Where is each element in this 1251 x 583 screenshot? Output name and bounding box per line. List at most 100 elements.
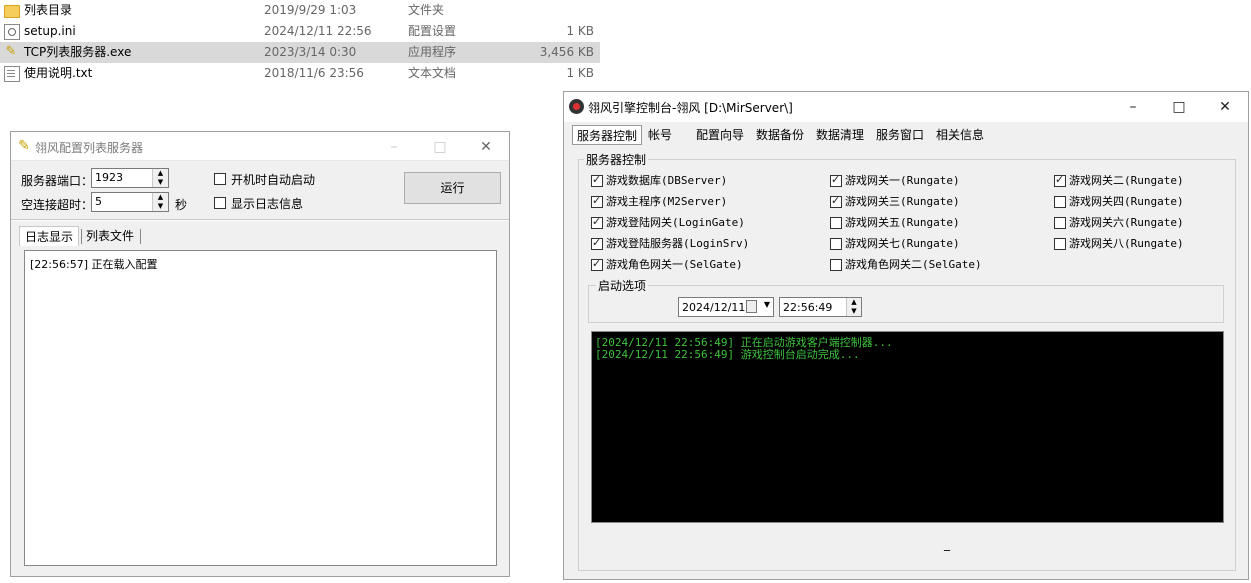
service-label: 游戏角色网关一(SelGate)	[606, 258, 743, 271]
service-checkbox[interactable]	[830, 194, 842, 208]
service-label: 游戏网关八(Rungate)	[1069, 237, 1184, 250]
status-indicator: _	[944, 537, 950, 551]
close-button[interactable]: ✕	[463, 132, 509, 162]
spin-arrows-icon[interactable]: ▲ ▼	[152, 193, 168, 211]
autostart-checkbox[interactable]	[214, 173, 226, 185]
file-name: 列表目录	[24, 3, 73, 17]
minimize-button[interactable]: –	[371, 132, 417, 162]
divider	[11, 219, 509, 221]
console-output[interactable]: [2024/12/11 22:56:49] 正在启动游戏客户端控制器... [2…	[591, 331, 1224, 523]
txt-file-icon	[4, 66, 20, 82]
port-spinbox[interactable]: 1923 ▲ ▼	[91, 168, 169, 188]
service-label: 游戏登陆服务器(LoginSrv)	[606, 237, 750, 250]
file-date: 2023/3/14 0:30	[264, 45, 357, 59]
service-label: 游戏网关一(Rungate)	[845, 174, 960, 187]
service-label: 游戏网关四(Rungate)	[1069, 195, 1184, 208]
file-row-folder[interactable]: 列表目录 2019/9/29 1:03 文件夹	[0, 0, 600, 21]
service-label: 游戏数据库(DBServer)	[606, 174, 728, 187]
time-spinner[interactable]: 22:56:49 ▲ ▼	[779, 297, 862, 317]
folder-icon	[4, 5, 20, 18]
timeout-unit: 秒	[175, 198, 188, 212]
file-type: 配置设置	[408, 24, 457, 38]
port-label: 服务器端口：	[21, 174, 94, 188]
date-value: 2024/12/11	[682, 301, 746, 314]
app-icon	[569, 99, 584, 114]
log-line: [22:56:57] 正在载入配置	[30, 258, 158, 271]
console-line: [2024/12/11 22:56:49] 游戏控制台启动完成...	[595, 348, 860, 361]
port-value: 1923	[95, 171, 123, 184]
file-list: 列表目录 2019/9/29 1:03 文件夹 setup.ini 2024/1…	[0, 0, 600, 84]
file-type: 文件夹	[408, 3, 445, 17]
file-date: 2019/9/29 1:03	[264, 3, 357, 17]
showlog-label: 显示日志信息	[231, 197, 304, 211]
service-label: 游戏网关五(Rungate)	[845, 216, 960, 229]
engine-console-window: 翎风引擎控制台-翎风 [D:\MirServer\] – □ ✕ 服务器控制 帐…	[563, 91, 1249, 580]
service-checkbox[interactable]	[830, 173, 842, 187]
app-icon: ✎	[18, 138, 30, 154]
timeout-value: 5	[95, 195, 102, 208]
service-label: 游戏网关三(Rungate)	[845, 195, 960, 208]
list-server-window: ✎ 翎风配置列表服务器 – □ ✕ 服务器端口： 1923 ▲ ▼ 空连接超时： …	[10, 131, 510, 577]
maximize-button[interactable]: □	[417, 132, 463, 162]
date-picker[interactable]: 2024/12/11 ▼	[678, 297, 774, 317]
file-name: TCP列表服务器.exe	[24, 45, 132, 59]
service-checkbox[interactable]	[591, 257, 603, 271]
timeout-spinbox[interactable]: 5 ▲ ▼	[91, 192, 169, 212]
calendar-icon[interactable]	[746, 300, 757, 313]
timeout-label: 空连接超时：	[21, 198, 94, 212]
service-label: 游戏登陆网关(LoginGate)	[606, 216, 745, 229]
service-checkbox[interactable]	[1054, 238, 1066, 250]
file-type: 文本文档	[408, 66, 457, 80]
close-button[interactable]: ✕	[1202, 92, 1248, 122]
tab-server-control[interactable]: 服务器控制	[572, 125, 643, 145]
maximize-button[interactable]: □	[1156, 92, 1202, 122]
tab-account[interactable]: 帐号	[644, 125, 676, 145]
service-checkbox[interactable]	[1054, 173, 1066, 187]
service-checkbox[interactable]	[591, 236, 603, 250]
service-checkbox[interactable]	[591, 194, 603, 208]
file-name: 使用说明.txt	[24, 66, 93, 80]
window-title: 翎风配置列表服务器	[35, 141, 144, 155]
file-row-setup-ini[interactable]: setup.ini 2024/12/11 22:56 配置设置 1 KB	[0, 21, 600, 42]
title-bar[interactable]: ✎ 翎风配置列表服务器 – □ ✕	[11, 132, 509, 161]
showlog-checkbox[interactable]	[214, 197, 226, 209]
time-value: 22:56:49	[783, 301, 833, 314]
service-label: 游戏主程序(M2Server)	[606, 195, 728, 208]
tab-list-files[interactable]: 列表文件	[81, 226, 139, 246]
service-checkbox[interactable]	[830, 259, 842, 271]
tab-config-wizard[interactable]: 配置向导	[692, 125, 748, 145]
log-panel[interactable]: [22:56:57] 正在载入配置	[24, 250, 497, 566]
startup-title: 启动选项	[596, 277, 649, 294]
file-date: 2024/12/11 22:56	[264, 24, 372, 38]
service-checkbox[interactable]	[830, 217, 842, 229]
tab-service-window[interactable]: 服务窗口	[872, 125, 928, 145]
file-row-txt[interactable]: 使用说明.txt 2018/11/6 23:56 文本文档 1 KB	[0, 63, 600, 84]
tab-about[interactable]: 相关信息	[932, 125, 988, 145]
dropdown-arrow-icon[interactable]: ▼	[764, 300, 770, 309]
service-label: 游戏网关二(Rungate)	[1069, 174, 1184, 187]
file-size: 1 KB	[566, 24, 594, 38]
service-checkbox[interactable]	[591, 215, 603, 229]
file-type: 应用程序	[408, 45, 457, 59]
minimize-button[interactable]: –	[1110, 92, 1156, 122]
group-title: 服务器控制	[584, 151, 649, 168]
tab-log[interactable]: 日志显示	[19, 226, 80, 246]
ini-file-icon	[4, 24, 20, 40]
window-title: 翎风引擎控制台-翎风 [D:\MirServer\]	[588, 101, 793, 115]
tab-data-backup[interactable]: 数据备份	[752, 125, 808, 145]
tab-data-cleanup[interactable]: 数据清理	[812, 125, 868, 145]
title-bar[interactable]: 翎风引擎控制台-翎风 [D:\MirServer\] – □ ✕	[564, 92, 1248, 122]
run-button[interactable]: 运行	[404, 172, 501, 204]
file-date: 2018/11/6 23:56	[264, 66, 364, 80]
service-checkbox[interactable]	[591, 173, 603, 187]
service-checkbox[interactable]	[830, 238, 842, 250]
file-name: setup.ini	[24, 24, 76, 38]
service-checkbox[interactable]	[1054, 196, 1066, 208]
service-label: 游戏网关六(Rungate)	[1069, 216, 1184, 229]
file-row-exe[interactable]: ✎ TCP列表服务器.exe 2023/3/14 0:30 应用程序 3,456…	[0, 42, 600, 63]
service-label: 游戏网关七(Rungate)	[845, 237, 960, 250]
tab-divider	[140, 229, 141, 244]
spin-arrows-icon[interactable]: ▲ ▼	[846, 298, 861, 316]
service-checkbox[interactable]	[1054, 217, 1066, 229]
spin-arrows-icon[interactable]: ▲ ▼	[152, 169, 168, 187]
